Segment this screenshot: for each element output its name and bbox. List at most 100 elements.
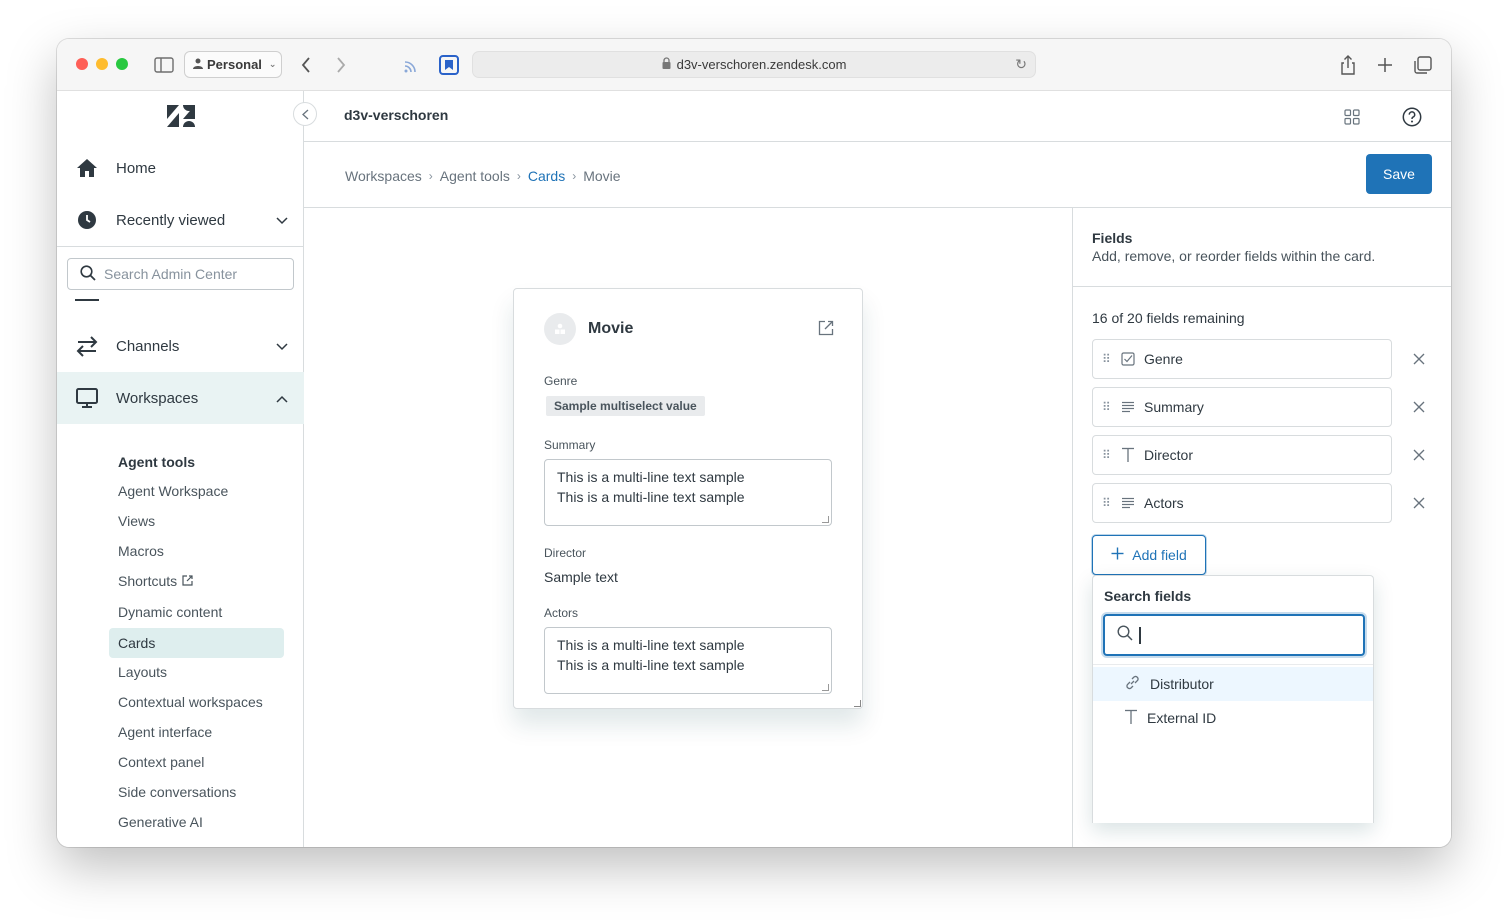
field-label: Genre xyxy=(1144,351,1183,367)
search-fields-input[interactable] xyxy=(1103,614,1365,656)
field-label: Actors xyxy=(1144,495,1184,511)
url-text: d3v-verschoren.zendesk.com xyxy=(676,57,847,72)
profile-label: Personal xyxy=(207,57,262,72)
monitor-icon xyxy=(75,386,99,410)
sidebar-item-channels[interactable]: Channels xyxy=(57,320,304,372)
card-preview: Movie Genre Sample multiselect value Sum… xyxy=(513,288,863,709)
remove-director-icon[interactable] xyxy=(1409,445,1429,465)
share-icon[interactable] xyxy=(1336,53,1360,77)
sidebar-subitem-layouts[interactable]: Layouts xyxy=(109,657,284,687)
zendesk-logo-icon[interactable] xyxy=(167,105,195,129)
tab-overview-icon[interactable] xyxy=(1411,53,1435,77)
drag-handle-icon[interactable]: ⠿ xyxy=(1102,496,1112,510)
sidebar-item-label: Channels xyxy=(116,337,180,355)
divider xyxy=(1093,664,1373,665)
resize-grip-icon xyxy=(822,516,829,523)
browser-toolbar: Personal ⌄ d3v-verschoren.zendesk.com ↻ xyxy=(57,39,1451,91)
remove-genre-icon[interactable] xyxy=(1409,349,1429,369)
search-icon xyxy=(80,264,96,284)
close-window-button[interactable] xyxy=(76,58,88,70)
chevron-up-icon xyxy=(276,390,288,407)
field-row-summary[interactable]: ⠿ Summary xyxy=(1092,387,1392,427)
lock-icon xyxy=(662,57,671,72)
arrows-swap-icon xyxy=(75,334,99,358)
chevron-down-icon xyxy=(276,212,288,229)
reload-icon[interactable]: ↻ xyxy=(1015,56,1027,73)
add-field-dropdown: Search fields Distributor External ID xyxy=(1092,575,1374,823)
option-external-id[interactable]: External ID xyxy=(1093,701,1373,735)
back-icon[interactable] xyxy=(294,53,318,77)
sidebar-item-home[interactable]: Home xyxy=(57,142,304,194)
sidebar-subitem-dynamic-content[interactable]: Dynamic content xyxy=(109,597,284,627)
summary-line: This is a multi-line text sample xyxy=(557,489,745,505)
external-link-icon xyxy=(182,573,193,589)
fields-remaining-count: 16 of 20 fields remaining xyxy=(1092,310,1245,326)
clock-icon xyxy=(75,208,99,232)
add-field-label: Add field xyxy=(1132,547,1187,563)
resize-grip-icon xyxy=(822,684,829,691)
breadcrumb-workspaces[interactable]: Workspaces xyxy=(345,168,422,184)
actors-line: This is a multi-line text sample xyxy=(557,637,745,653)
option-label: Distributor xyxy=(1150,676,1214,692)
apps-grid-icon[interactable] xyxy=(1339,104,1365,130)
chevron-down-icon: ⌄ xyxy=(268,59,277,69)
option-label: External ID xyxy=(1147,710,1217,726)
save-button[interactable]: Save xyxy=(1366,154,1432,194)
sidebar-subitem-macros[interactable]: Macros xyxy=(109,536,284,566)
collapse-sidebar-button[interactable] xyxy=(293,102,317,126)
card-avatar-icon xyxy=(544,313,576,345)
field-row-genre[interactable]: ⠿ Genre xyxy=(1092,339,1392,379)
search-fields-title: Search fields xyxy=(1104,588,1192,604)
chevron-right-icon: › xyxy=(428,169,433,183)
actors-textarea: This is a multi-line text sample This is… xyxy=(544,627,832,694)
remove-actors-icon[interactable] xyxy=(1409,493,1429,513)
sidebar-toggle-icon[interactable] xyxy=(152,53,176,77)
breadcrumb-cards[interactable]: Cards xyxy=(528,168,565,184)
zoom-window-button[interactable] xyxy=(116,58,128,70)
sidebar-subitem-label: Shortcuts xyxy=(118,573,178,589)
home-icon xyxy=(75,156,99,180)
sidebar-subitem-agent-tools[interactable]: Agent tools xyxy=(109,447,284,477)
breadcrumb-agent-tools[interactable]: Agent tools xyxy=(440,168,510,184)
plus-icon xyxy=(1111,547,1124,563)
sidebar-subitem-side-conversations[interactable]: Side conversations xyxy=(109,777,284,807)
sidebar-item-recently-viewed[interactable]: Recently viewed xyxy=(57,194,304,246)
profile-button[interactable]: Personal ⌄ xyxy=(184,51,282,78)
genre-label: Genre xyxy=(544,374,578,388)
card-resize-handle[interactable] xyxy=(854,700,861,707)
field-label: Director xyxy=(1144,447,1194,463)
add-field-button[interactable]: Add field xyxy=(1092,535,1206,575)
field-row-actors[interactable]: ⠿ Actors xyxy=(1092,483,1392,523)
minimize-window-button[interactable] xyxy=(96,58,108,70)
extension-icon[interactable] xyxy=(437,53,461,77)
new-tab-icon[interactable] xyxy=(1373,53,1397,77)
open-external-icon[interactable] xyxy=(818,320,834,341)
drag-handle-icon[interactable]: ⠿ xyxy=(1102,400,1112,414)
fields-panel-title: Fields xyxy=(1092,230,1133,246)
sidebar-subitem-agent-workspace[interactable]: Agent Workspace xyxy=(109,476,284,506)
sidebar-subitem-contextual-workspaces[interactable]: Contextual workspaces xyxy=(109,687,284,717)
field-row-director[interactable]: ⠿ Director xyxy=(1092,435,1392,475)
sidebar-subitem-shortcuts[interactable]: Shortcuts xyxy=(109,566,284,596)
director-label: Director xyxy=(544,546,587,560)
search-admin-input[interactable]: Search Admin Center xyxy=(67,258,294,290)
sidebar-subitem-views[interactable]: Views xyxy=(109,506,284,536)
sidebar-subitem-generative-ai[interactable]: Generative AI xyxy=(109,807,284,837)
address-bar[interactable]: d3v-verschoren.zendesk.com ↻ xyxy=(472,51,1036,78)
forward-icon[interactable] xyxy=(329,53,353,77)
option-distributor[interactable]: Distributor xyxy=(1093,667,1373,701)
chevron-right-icon: › xyxy=(572,169,577,183)
browser-window: Personal ⌄ d3v-verschoren.zendesk.com ↻ xyxy=(57,39,1451,847)
sidebar-item-workspaces[interactable]: Workspaces xyxy=(57,372,304,424)
drag-handle-icon[interactable]: ⠿ xyxy=(1102,352,1112,366)
sidebar: Home Recently viewed Search Admin Center… xyxy=(57,91,304,847)
sidebar-item-label: Workspaces xyxy=(116,389,199,407)
sidebar-subitem-agent-interface[interactable]: Agent interface xyxy=(109,717,284,747)
feed-icon[interactable] xyxy=(400,53,424,77)
help-icon[interactable] xyxy=(1399,104,1425,130)
drag-handle-icon[interactable]: ⠿ xyxy=(1102,448,1112,462)
sidebar-subitem-context-panel[interactable]: Context panel xyxy=(109,747,284,777)
sidebar-subitem-cards[interactable]: Cards xyxy=(109,628,284,658)
remove-summary-icon[interactable] xyxy=(1409,397,1429,417)
person-icon xyxy=(193,57,203,72)
